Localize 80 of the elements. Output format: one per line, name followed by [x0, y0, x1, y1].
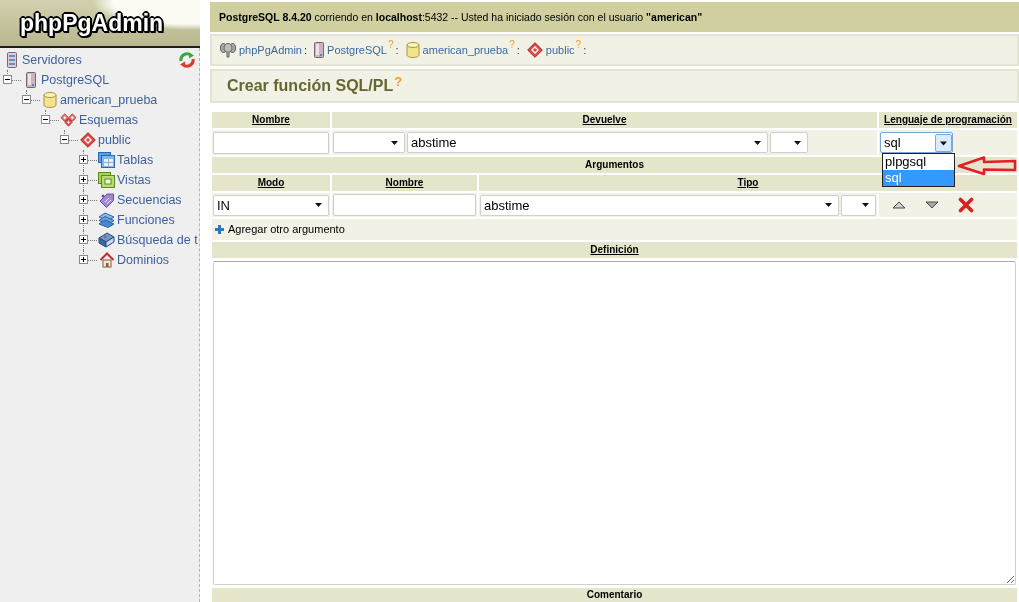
language-select[interactable]: sql [880, 132, 953, 153]
cross-icon [958, 197, 974, 213]
tree-toggle[interactable] [22, 95, 31, 104]
diamond-icon [79, 132, 96, 148]
diamond-cluster-icon [60, 112, 77, 128]
delete-button[interactable] [958, 197, 974, 213]
tree-item[interactable]: Funciones [117, 213, 175, 227]
breadcrumb-separator: : [516, 44, 520, 56]
caret-icon [315, 203, 322, 207]
caret-icon [825, 203, 832, 207]
elephant-icon [220, 42, 236, 58]
breadcrumb-link[interactable]: phpPgAdmin [239, 44, 302, 56]
server-icon [314, 42, 325, 58]
tree-toggle[interactable] [79, 255, 88, 264]
refresh-icon[interactable] [178, 52, 196, 68]
tree-item[interactable]: Búsqueda de t [117, 233, 198, 247]
diamond-icon [526, 42, 543, 58]
breadcrumb-separator: : [583, 44, 587, 56]
tree-item[interactable]: Esquemas [79, 113, 139, 127]
database-icon [405, 42, 420, 58]
down-triangle-icon [925, 201, 939, 209]
plus-icon [215, 224, 224, 234]
tree-item[interactable]: PostgreSQL [41, 73, 110, 87]
move-down-button[interactable] [925, 201, 939, 209]
column-header: Devuelve [332, 112, 877, 128]
tree-toggle[interactable] [79, 175, 88, 184]
column-header: Nombre [212, 112, 330, 128]
table-icon [98, 152, 115, 168]
argument-type-select[interactable]: abstime [480, 194, 839, 216]
server-icon [25, 72, 36, 88]
breadcrumb-separator: : [304, 44, 308, 56]
tree-toggle[interactable] [79, 235, 88, 244]
server-info-text: PostgreSQL 8.4.20 corriendo en localhost:5432 -- Usted ha iniciado sesión con el usuario "american" [219, 11, 703, 23]
tree-item[interactable]: Vistas [117, 173, 151, 187]
column-header: Modo [212, 175, 330, 191]
caret-icon [794, 140, 801, 145]
tree-item[interactable]: Dominios [117, 253, 170, 267]
tree-toggle[interactable] [41, 115, 50, 124]
column-header: Lenguaje de programación [879, 112, 1017, 128]
book-icon [98, 232, 115, 248]
definition-field[interactable] [213, 261, 1016, 585]
caret-icon [754, 140, 761, 145]
breadcrumb-link[interactable]: american_prueba [422, 44, 509, 56]
page-title: Crear función SQL/PL [227, 77, 394, 95]
database-icon [42, 92, 57, 108]
server-stack-icon [6, 52, 17, 68]
tree-item[interactable]: Secuencias [117, 193, 182, 207]
tree-toggle[interactable] [60, 135, 69, 144]
house-icon [98, 252, 115, 268]
breadcrumb-link[interactable]: public [545, 44, 575, 56]
dropdown-option[interactable]: sql [883, 170, 954, 186]
add-argument-link[interactable]: Agregar otro argumento [215, 223, 345, 236]
section-header: Comentario [212, 588, 1017, 602]
argument-name-field[interactable] [333, 194, 476, 216]
caret-icon [862, 203, 869, 207]
tree-toggle[interactable] [79, 155, 88, 164]
tag-icon [98, 192, 115, 208]
layers-icon [98, 212, 115, 228]
return-type-select[interactable]: abstime [407, 132, 768, 153]
dropdown-option[interactable]: plpgsql [883, 154, 954, 170]
up-triangle-icon [892, 201, 906, 209]
tree-item[interactable]: Servidores [22, 53, 82, 67]
array-select[interactable] [841, 194, 876, 216]
caret-icon [391, 140, 398, 145]
left-arrow-icon [957, 156, 1017, 176]
breadcrumb-link[interactable]: PostgreSQL [327, 44, 387, 56]
tree-toggle[interactable] [3, 75, 12, 84]
mode-select[interactable]: IN [213, 194, 329, 216]
tree-toggle[interactable] [79, 195, 88, 204]
breadcrumb-separator: : [395, 44, 399, 56]
column-header: Nombre [332, 175, 477, 191]
dropdown-button-icon [935, 133, 952, 152]
tree-item[interactable]: american_prueba [60, 93, 158, 107]
function-name-field[interactable] [213, 131, 329, 154]
tree-item[interactable]: Tablas [117, 153, 154, 167]
tree-item[interactable]: public [98, 133, 131, 147]
move-up-button[interactable] [892, 201, 906, 209]
tree-toggle[interactable] [79, 215, 88, 224]
section-header: Definición [212, 242, 1017, 258]
squares-icon [98, 172, 115, 188]
